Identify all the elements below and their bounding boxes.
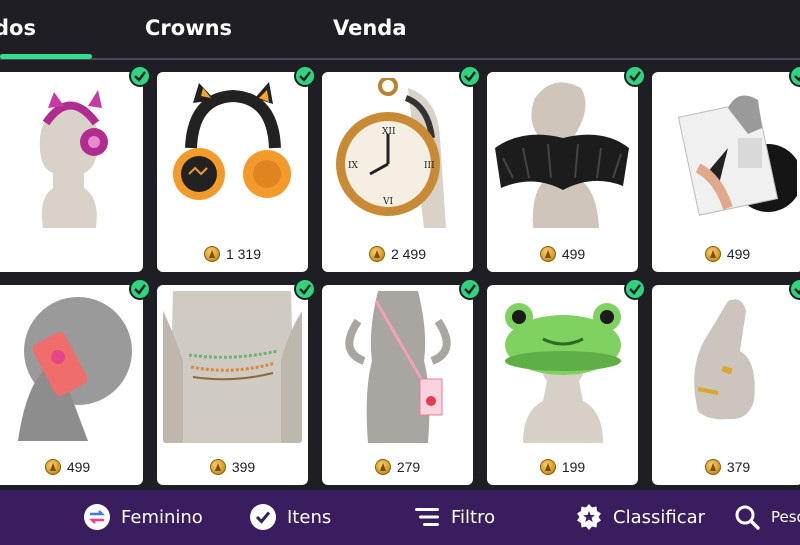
coin-icon bbox=[704, 246, 721, 262]
gender-toggle-button[interactable]: Feminino bbox=[83, 500, 203, 534]
item-thumbnail bbox=[328, 291, 467, 443]
item-price: 2 499 bbox=[322, 244, 473, 264]
sort-label: Classificar bbox=[613, 506, 706, 528]
sort-button[interactable]: Classificar bbox=[575, 500, 705, 534]
price-value: 279 bbox=[396, 459, 421, 475]
item-thumbnail bbox=[163, 78, 302, 230]
owned-check-icon bbox=[459, 278, 481, 300]
item-card-pocket-watch[interactable]: XII III VI IX 2 499 bbox=[322, 65, 481, 272]
price-value: 1 319 bbox=[225, 246, 262, 262]
item-grid: 1 319 XII III VI IX 2 499 499 499 499 39… bbox=[0, 62, 800, 490]
items-filter-button[interactable]: Itens bbox=[249, 500, 331, 534]
coin-icon bbox=[203, 246, 220, 262]
coin-icon bbox=[368, 246, 385, 262]
coin-icon bbox=[374, 459, 391, 475]
price-value: 499 bbox=[561, 246, 586, 262]
price-value: 2 499 bbox=[390, 246, 427, 262]
item-thumbnail bbox=[0, 78, 137, 230]
item-card-phone-case[interactable]: 499 bbox=[0, 278, 151, 485]
coin-icon bbox=[539, 246, 556, 262]
item-card-milk-carton-bag[interactable]: 279 bbox=[322, 278, 481, 485]
item-card-ruffle-collar[interactable]: 499 bbox=[487, 65, 646, 272]
bottom-action-bar: Feminino Itens Filtro Classificar Pesqu bbox=[0, 490, 800, 545]
owned-check-icon bbox=[624, 278, 646, 300]
item-card-pumpkin-headphones[interactable]: 1 319 bbox=[157, 65, 316, 272]
tab-todos[interactable]: dos bbox=[0, 16, 36, 46]
price-value: 199 bbox=[561, 459, 586, 475]
owned-check-icon bbox=[294, 278, 316, 300]
item-thumbnail bbox=[493, 291, 632, 443]
owned-check-icon bbox=[294, 65, 316, 87]
check-circle-icon bbox=[250, 504, 276, 530]
item-price: 279 bbox=[322, 457, 473, 477]
item-card-waist-chains[interactable]: 399 bbox=[157, 278, 316, 485]
item-price: 379 bbox=[652, 457, 800, 477]
coin-icon bbox=[44, 459, 61, 475]
price-value: 399 bbox=[231, 459, 256, 475]
gender-label: Feminino bbox=[121, 506, 203, 528]
badge-star-icon bbox=[577, 504, 601, 530]
item-price: 499 bbox=[487, 244, 638, 264]
coin-icon bbox=[209, 459, 226, 475]
svg-text:IX: IX bbox=[348, 161, 359, 171]
item-card-gold-rings[interactable]: 379 bbox=[652, 278, 800, 485]
owned-check-icon bbox=[624, 65, 646, 87]
item-card-vinyl-record[interactable]: 499 bbox=[652, 65, 800, 272]
category-tab-bar: dos Crowns Venda bbox=[0, 0, 800, 60]
price-value: 499 bbox=[66, 459, 91, 475]
search-label: Pesqu bbox=[771, 508, 800, 526]
item-thumbnail bbox=[163, 291, 302, 443]
item-card-frog-hat[interactable]: 199 bbox=[487, 278, 646, 485]
coin-icon bbox=[704, 459, 721, 475]
owned-check-icon bbox=[129, 65, 151, 87]
owned-check-icon bbox=[459, 65, 481, 87]
items-label: Itens bbox=[287, 506, 332, 528]
item-thumbnail: XII III VI IX bbox=[328, 78, 467, 230]
price-value: 379 bbox=[726, 459, 751, 475]
item-price: 199 bbox=[487, 457, 638, 477]
filter-label: Filtro bbox=[451, 506, 496, 528]
item-thumbnail bbox=[658, 291, 797, 443]
svg-text:III: III bbox=[424, 161, 435, 171]
active-tab-indicator bbox=[0, 54, 92, 59]
filter-lines-icon bbox=[415, 508, 439, 526]
coin-icon bbox=[539, 459, 556, 475]
tab-venda[interactable]: Venda bbox=[333, 16, 407, 46]
item-price: 499 bbox=[0, 457, 143, 477]
tab-crowns[interactable]: Crowns bbox=[145, 16, 232, 46]
item-price: 499 bbox=[652, 244, 800, 264]
item-thumbnail bbox=[0, 291, 137, 443]
item-price: 399 bbox=[157, 457, 308, 477]
item-thumbnail bbox=[493, 78, 632, 230]
swap-icon bbox=[84, 504, 110, 530]
price-value: 499 bbox=[726, 246, 751, 262]
filter-button[interactable]: Filtro bbox=[413, 500, 495, 534]
svg-text:XII: XII bbox=[382, 127, 396, 137]
search-button[interactable]: Pesqu bbox=[733, 500, 800, 534]
item-price: 1 319 bbox=[157, 244, 308, 264]
item-card-cat-ear-headphones[interactable] bbox=[0, 65, 151, 272]
owned-check-icon bbox=[129, 278, 151, 300]
search-icon bbox=[735, 505, 760, 530]
item-thumbnail bbox=[658, 78, 797, 230]
svg-text:VI: VI bbox=[382, 197, 393, 207]
